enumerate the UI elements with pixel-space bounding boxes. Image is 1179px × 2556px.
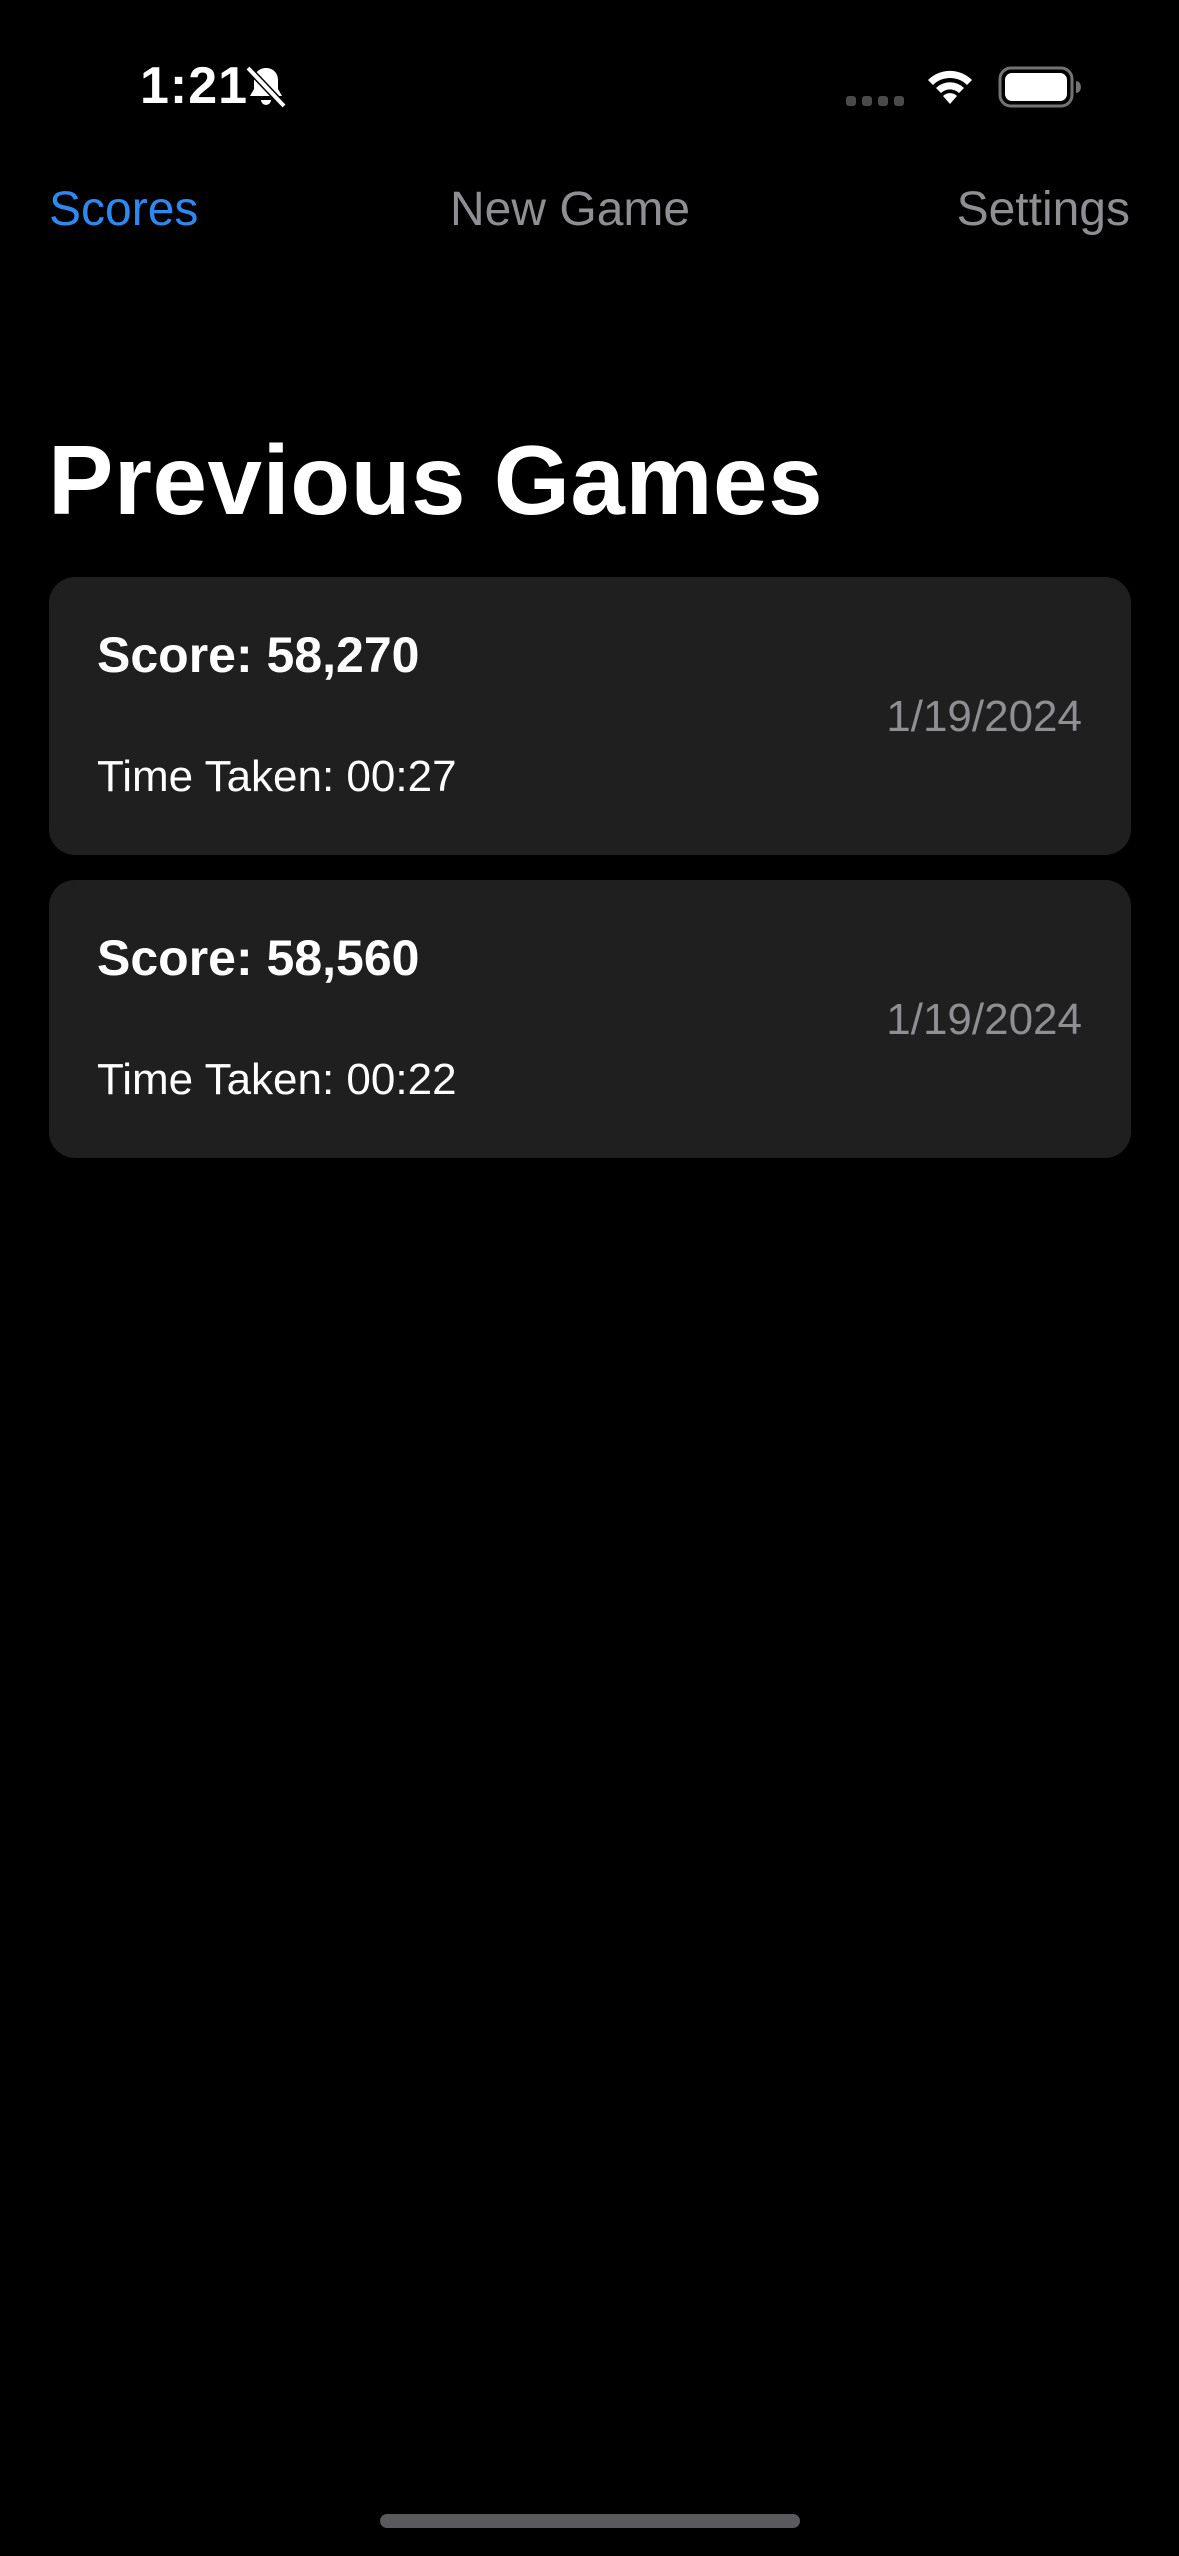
game-time-taken: Time Taken: 00:27 xyxy=(97,752,457,801)
previous-games-list: Score: 58,270 1/19/2024 Time Taken: 00:2… xyxy=(49,577,1131,1183)
home-indicator[interactable] xyxy=(380,2514,800,2528)
status-bar: 1:21 xyxy=(0,0,1179,150)
page-title: Previous Games xyxy=(48,425,824,535)
game-card[interactable]: Score: 58,270 1/19/2024 Time Taken: 00:2… xyxy=(49,577,1131,855)
game-score: Score: 58,560 xyxy=(97,930,420,986)
game-date: 1/19/2024 xyxy=(886,692,1082,741)
bell-slash-icon xyxy=(245,65,287,109)
game-score: Score: 58,270 xyxy=(97,627,420,683)
game-card[interactable]: Score: 58,560 1/19/2024 Time Taken: 00:2… xyxy=(49,880,1131,1158)
cellular-signal-icon xyxy=(846,96,904,106)
tab-scores[interactable]: Scores xyxy=(49,170,198,250)
game-date: 1/19/2024 xyxy=(886,995,1082,1044)
top-tab-bar: Scores New Game Settings xyxy=(0,170,1179,250)
battery-icon xyxy=(998,66,1081,108)
game-time-taken: Time Taken: 00:22 xyxy=(97,1055,457,1104)
tab-new-game[interactable]: New Game xyxy=(450,170,690,250)
wifi-icon xyxy=(928,70,972,104)
tab-settings[interactable]: Settings xyxy=(957,170,1130,250)
status-time: 1:21 xyxy=(140,57,249,115)
